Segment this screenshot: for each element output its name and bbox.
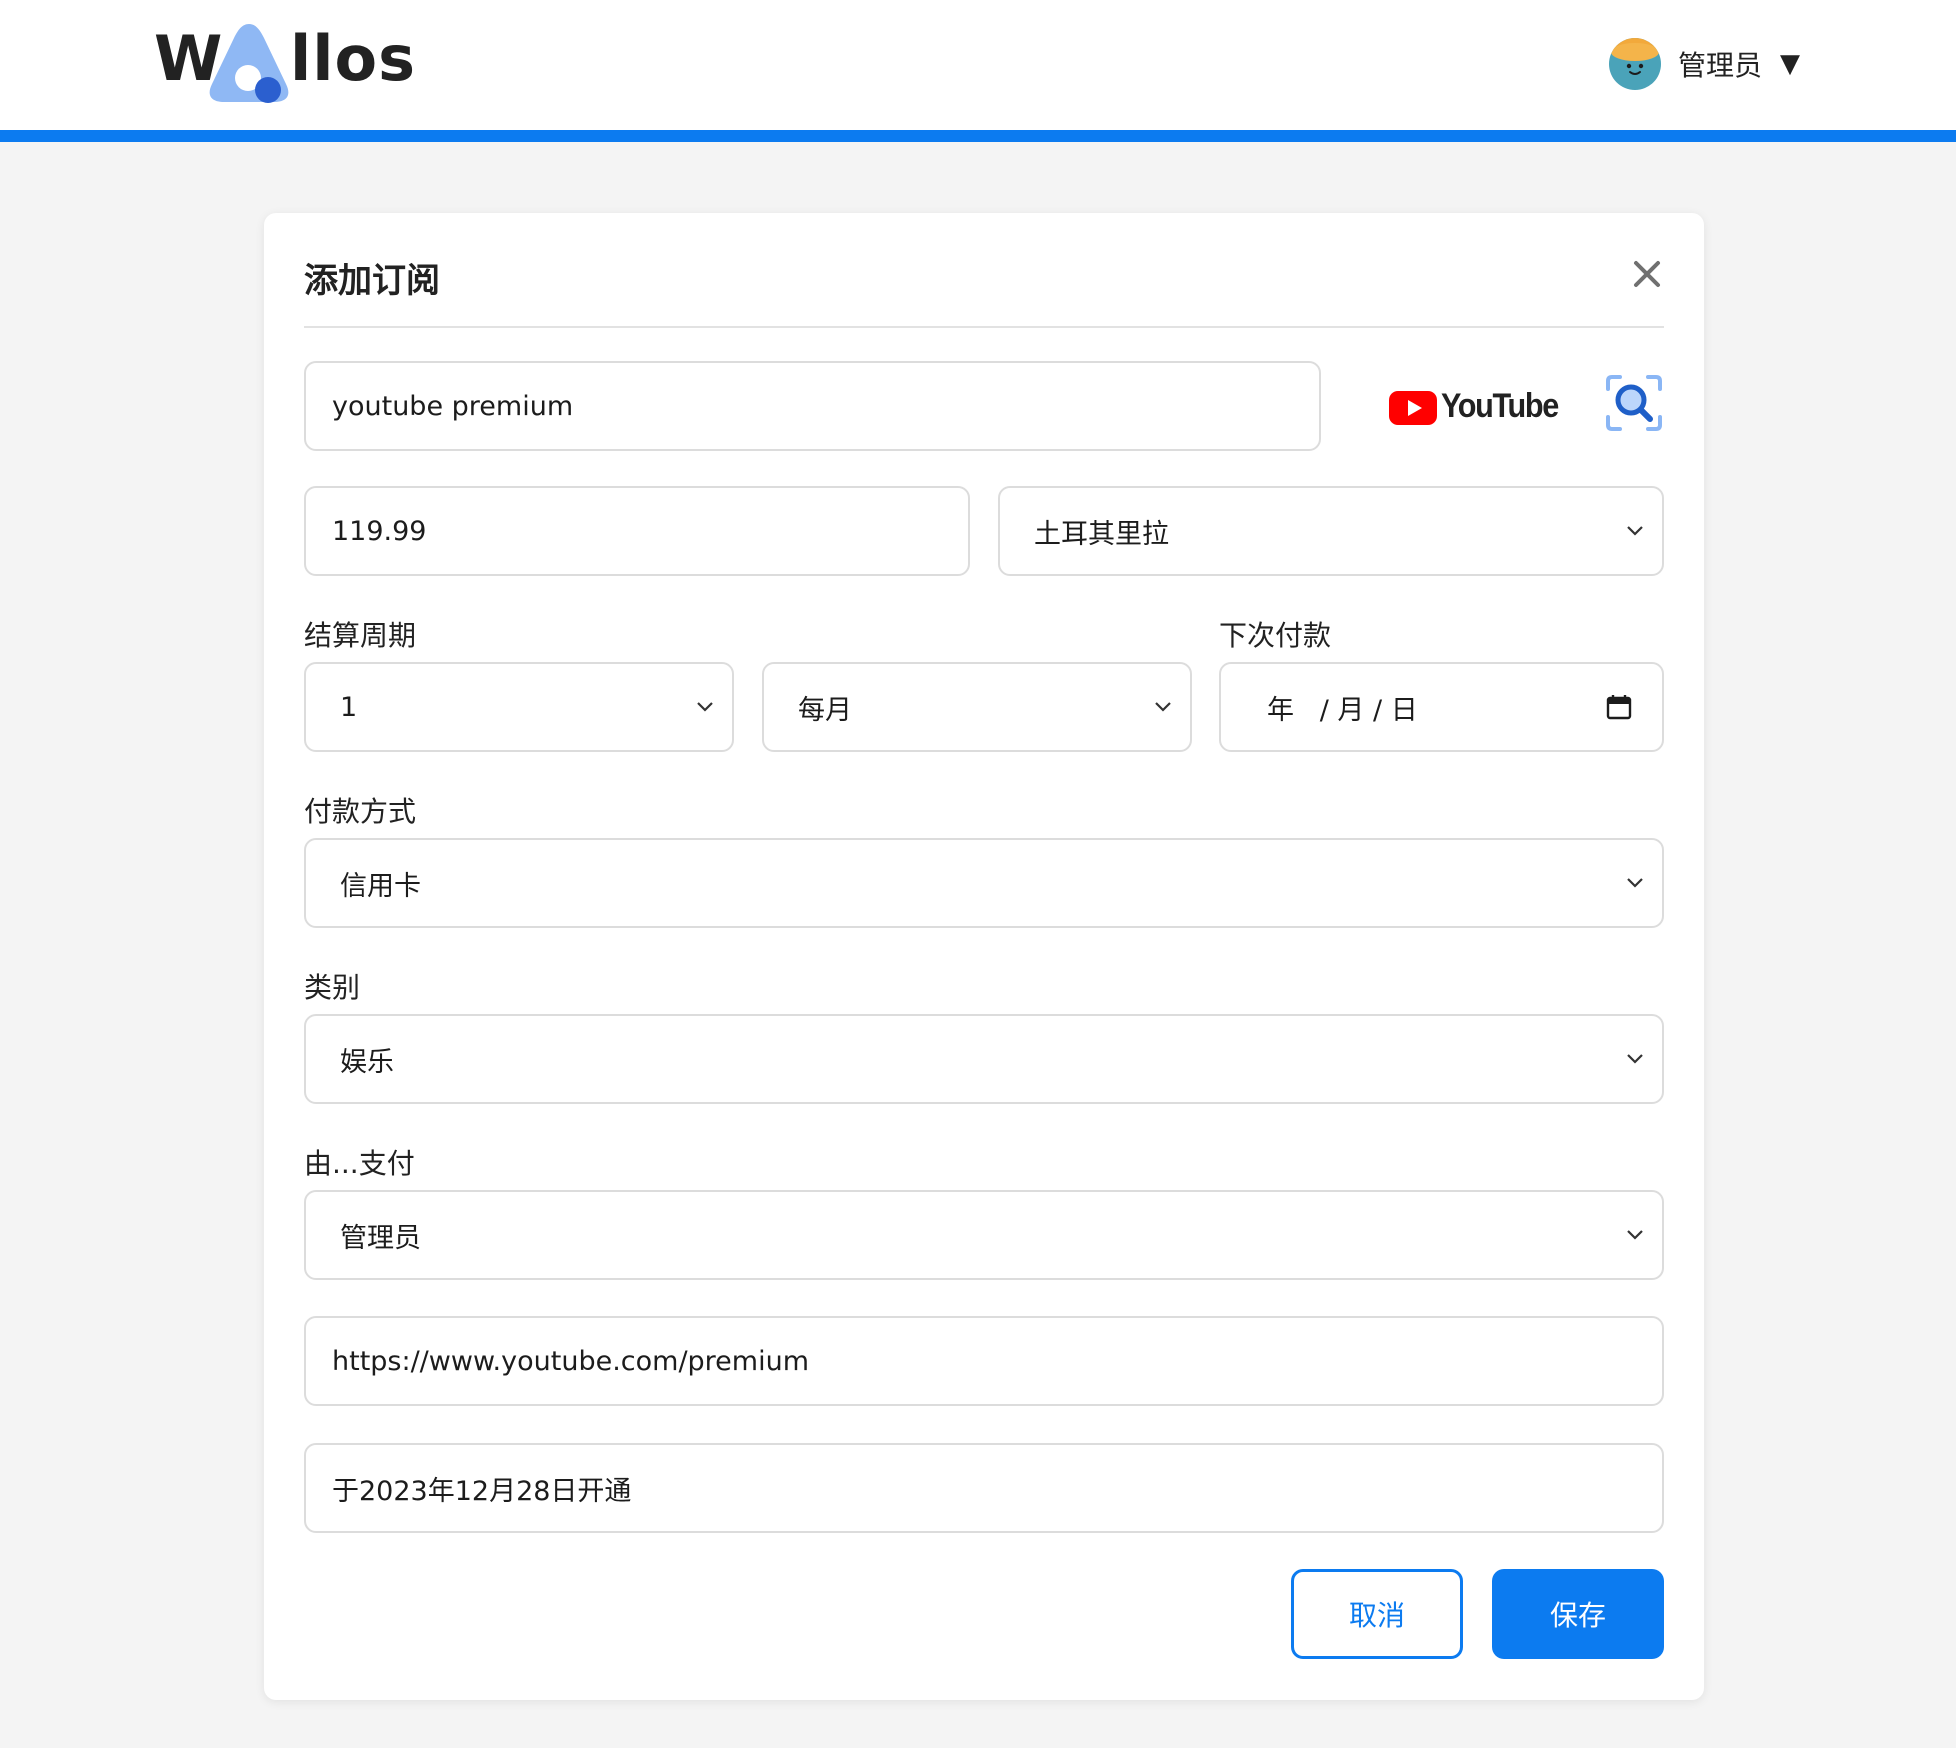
- payment-method-label: 付款方式: [304, 795, 417, 828]
- chevron-down-icon: [1155, 702, 1171, 712]
- notes-input[interactable]: 于2023年12月28日开通: [304, 1443, 1664, 1533]
- subscription-name-input[interactable]: youtube premium: [304, 361, 1321, 451]
- chevron-down-icon: [1627, 526, 1643, 536]
- payer-value: 管理员: [340, 1222, 421, 1254]
- payer-label: 由...支付: [304, 1147, 415, 1180]
- cycle-unit-select[interactable]: 每月: [762, 662, 1192, 752]
- cancel-button[interactable]: 取消: [1291, 1569, 1463, 1659]
- add-subscription-modal: 添加订阅 youtube premium YouTube 119.99 土耳其里…: [264, 213, 1704, 1700]
- top-header: W llos 管理员 ▼: [0, 0, 1956, 142]
- chevron-down-icon: [1627, 1230, 1643, 1240]
- currency-value: 土耳其里拉: [1034, 518, 1169, 550]
- chevron-down-icon: [697, 702, 713, 712]
- url-input[interactable]: https://www.youtube.com/premium: [304, 1316, 1664, 1406]
- modal-divider: [304, 326, 1664, 328]
- cycle-count-select[interactable]: 1: [304, 662, 734, 752]
- calendar-icon[interactable]: [1606, 694, 1632, 720]
- wallos-logo[interactable]: W llos: [152, 18, 415, 108]
- caret-down-icon: ▼: [1780, 49, 1800, 79]
- youtube-play-icon: [1389, 391, 1437, 425]
- category-select[interactable]: 娱乐: [304, 1014, 1664, 1104]
- user-menu[interactable]: 管理员 ▼: [1608, 34, 1800, 94]
- price-value: 119.99: [332, 515, 427, 547]
- chevron-down-icon: [1627, 878, 1643, 888]
- payer-select[interactable]: 管理员: [304, 1190, 1664, 1280]
- chevron-down-icon: [1627, 1054, 1643, 1064]
- avatar: [1608, 38, 1661, 90]
- url-value: https://www.youtube.com/premium: [332, 1345, 810, 1377]
- billing-cycle-label: 结算周期: [304, 619, 417, 652]
- cycle-count-value: 1: [340, 691, 358, 723]
- youtube-logo-text: YouTube: [1441, 387, 1559, 425]
- category-label: 类别: [304, 971, 361, 1004]
- next-payment-placeholder: 年 / 月 / 日: [1267, 694, 1418, 726]
- subscription-name-value: youtube premium: [332, 390, 574, 422]
- close-icon[interactable]: [1630, 257, 1664, 291]
- modal-title: 添加订阅: [304, 261, 440, 301]
- logo-text-llos: llos: [290, 22, 417, 95]
- payment-method-select[interactable]: 信用卡: [304, 838, 1664, 928]
- save-button[interactable]: 保存: [1492, 1569, 1664, 1659]
- next-payment-label: 下次付款: [1219, 619, 1332, 652]
- user-name: 管理员: [1677, 49, 1762, 82]
- price-input[interactable]: 119.99: [304, 486, 970, 576]
- currency-select[interactable]: 土耳其里拉: [998, 486, 1664, 576]
- notes-value: 于2023年12月28日开通: [332, 1475, 632, 1507]
- logo-mark-icon: [209, 24, 289, 103]
- cycle-unit-value: 每月: [798, 694, 852, 726]
- next-payment-date-input[interactable]: 年 / 月 / 日: [1219, 662, 1664, 752]
- logo-preview: YouTube: [1389, 385, 1559, 425]
- search-logo-icon[interactable]: [1604, 373, 1664, 433]
- payment-method-value: 信用卡: [340, 870, 421, 902]
- category-value: 娱乐: [340, 1046, 394, 1078]
